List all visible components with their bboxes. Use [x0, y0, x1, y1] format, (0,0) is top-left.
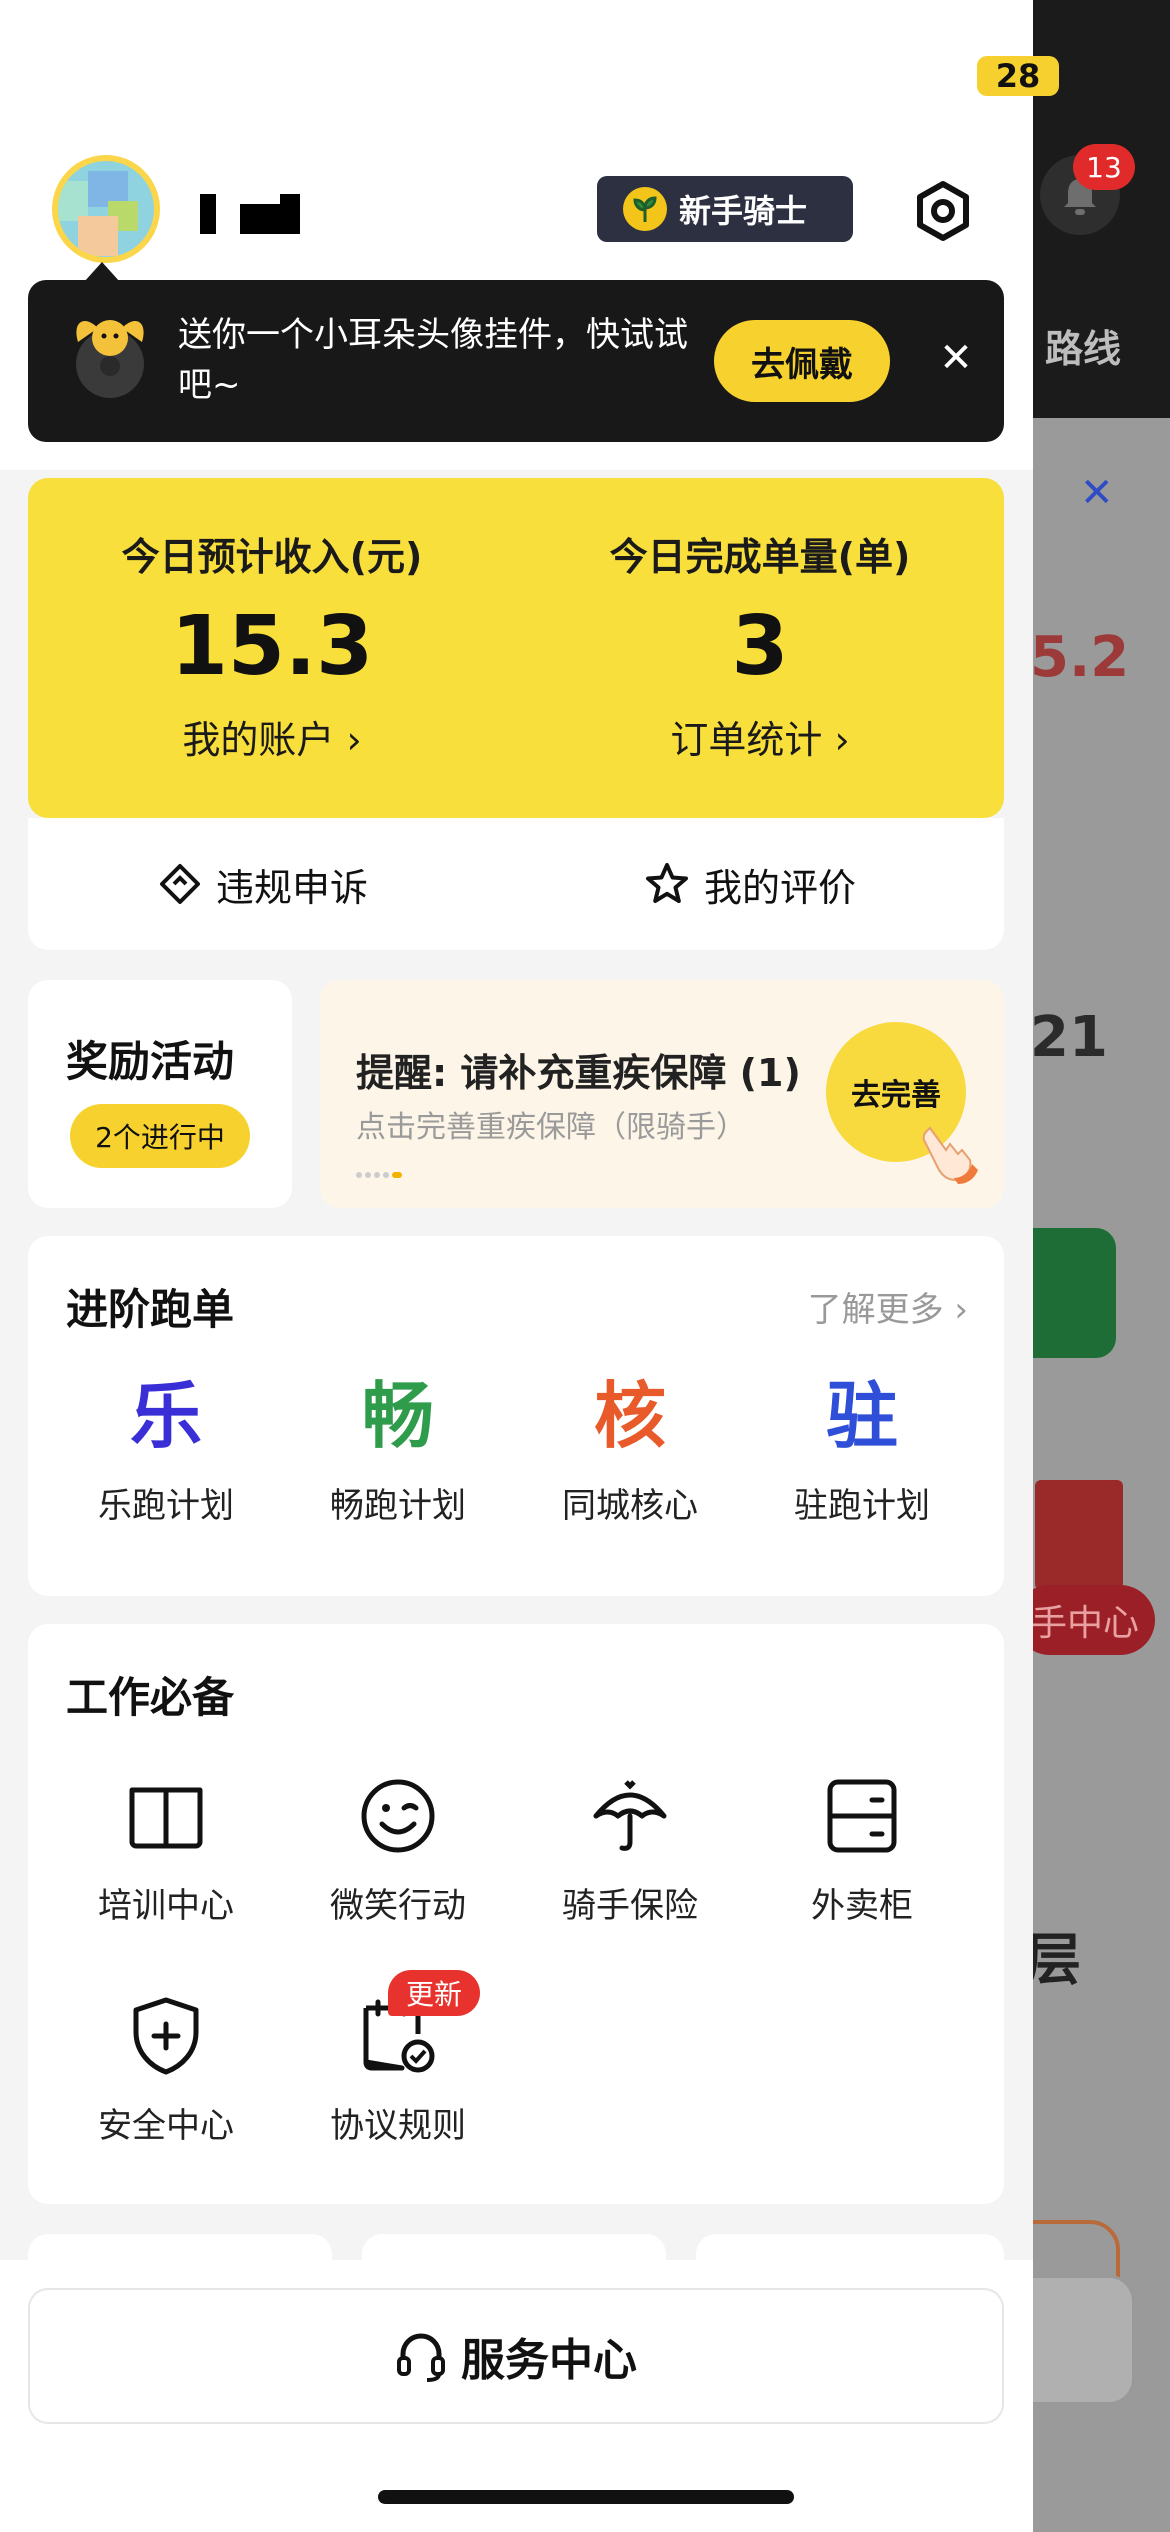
orders-value: 3 — [731, 599, 789, 694]
work-item-label: 外卖柜 — [811, 1886, 913, 1926]
locker-icon — [827, 1779, 897, 1853]
sprout-icon — [623, 187, 667, 231]
plan-label: 乐跑计划 — [98, 1486, 234, 1526]
tooltip-arrow — [84, 262, 120, 282]
avatar-pendant-tooltip: 送你一个小耳朵头像挂件，快试试吧~ 去佩戴 ✕ — [28, 280, 1004, 442]
income-sub-actions: 违规申诉 我的评价 — [28, 818, 1004, 950]
my-review-label: 我的评价 — [704, 865, 857, 910]
learn-more-link[interactable]: 了解更多 › — [808, 1282, 968, 1331]
advanced-run-card: 进阶跑单 了解更多 › 乐 乐跑计划 畅 畅跑计划 核 同城核心 驻 驻跑计划 — [28, 1236, 1004, 1596]
pointing-hand-icon — [922, 1126, 978, 1184]
plan-item[interactable]: 乐 乐跑计划 — [50, 1376, 282, 1527]
close-icon[interactable]: ✕ — [928, 330, 984, 386]
work-item-insurance[interactable]: 骑手保险 — [514, 1774, 746, 1927]
background-pill: 手中心 — [1015, 1585, 1155, 1655]
update-badge: 更新 — [388, 1970, 480, 2016]
work-item-training[interactable]: 培训中心 — [50, 1774, 282, 1927]
work-item-safety[interactable]: 安全中心 — [50, 1994, 282, 2147]
advanced-run-title: 进阶跑单 — [66, 1285, 235, 1334]
background-close-icon: ✕ — [1080, 470, 1114, 516]
my-review-button[interactable]: 我的评价 — [644, 818, 856, 950]
station-run-icon: 驻 — [825, 1374, 898, 1458]
plan-item[interactable]: 驻 驻跑计划 — [746, 1376, 978, 1527]
background-value: 5.2 — [1030, 625, 1130, 690]
city-core-icon: 核 — [593, 1374, 666, 1458]
appeal-icon — [160, 864, 200, 904]
work-item-label: 骑手保险 — [562, 1886, 698, 1926]
income-card: 今日预计收入(元) 15.3 我的账户 › 今日完成单量(单) 3 订单统计 › — [28, 478, 1004, 818]
rider-level-badge[interactable]: 新手骑士 — [597, 176, 853, 242]
chang-run-icon: 畅 — [361, 1374, 434, 1458]
book-icon — [129, 1787, 203, 1849]
avatar[interactable] — [52, 155, 160, 263]
work-item-agreement[interactable]: 协议规则 — [282, 1994, 514, 2147]
insurance-reminder-card[interactable]: 提醒: 请补充重疾保障 (1) 点击完善重疾保障（限骑手） 去完善 — [320, 980, 1004, 1208]
carousel-dots — [356, 1163, 405, 1182]
appeal-button[interactable]: 违规申诉 — [158, 818, 368, 950]
work-item-locker[interactable]: 外卖柜 — [746, 1774, 978, 1927]
today-income[interactable]: 今日预计收入(元) 15.3 我的账户 › — [28, 526, 516, 764]
reward-title: 奖励活动 — [66, 1037, 235, 1086]
today-orders[interactable]: 今日完成单量(单) 3 订单统计 › — [516, 526, 1004, 764]
plan-label: 同城核心 — [562, 1486, 698, 1526]
service-center-button[interactable]: 服务中心 — [28, 2288, 1004, 2424]
username-redacted — [180, 194, 320, 240]
appeal-label: 违规申诉 — [216, 865, 369, 910]
settings-icon[interactable] — [912, 180, 974, 242]
le-run-icon: 乐 — [129, 1374, 202, 1458]
plan-item[interactable]: 核 同城核心 — [514, 1376, 746, 1527]
umbrella-icon — [593, 1780, 667, 1851]
battery-indicator: 28 — [977, 56, 1059, 96]
smile-icon — [361, 1779, 435, 1853]
star-icon — [646, 863, 688, 903]
shield-icon — [133, 1997, 199, 2075]
income-value: 15.3 — [170, 599, 374, 694]
plan-item[interactable]: 畅 畅跑计划 — [282, 1376, 514, 1527]
headset-icon — [397, 2333, 445, 2382]
work-item-smile[interactable]: 微笑行动 — [282, 1774, 514, 1927]
home-indicator — [378, 2490, 794, 2504]
work-item-label: 协议规则 — [330, 2106, 466, 2146]
plan-label: 驻跑计划 — [794, 1486, 930, 1526]
rider-level-label: 新手骑士 — [679, 192, 808, 230]
plan-label: 畅跑计划 — [330, 1486, 466, 1526]
background-route-label: 路线 — [1045, 327, 1122, 371]
income-title: 今日预计收入(元) — [121, 535, 423, 579]
notification-badge: 13 — [1073, 144, 1135, 190]
work-item-label: 微笑行动 — [330, 1886, 466, 1926]
work-grid-row: 培训中心 微笑行动 骑手保险 外卖柜 — [50, 1774, 1026, 1927]
reward-status-pill: 2个进行中 — [70, 1104, 250, 1168]
gift-icon — [1035, 1480, 1123, 1590]
reward-activities-card[interactable]: 奖励活动 2个进行中 — [28, 980, 292, 1208]
work-item-label: 安全中心 — [98, 2106, 234, 2146]
work-essentials-card: 工作必备 培训中心 微笑行动 骑手保险 外卖柜 安全中心 协议规则 更新 — [28, 1624, 1004, 2204]
reminder-title: 提醒: 请补充重疾保障 (1) — [356, 1051, 801, 1095]
reminder-subtitle: 点击完善重疾保障（限骑手） — [356, 1110, 746, 1145]
work-grid-row: 安全中心 协议规则 — [50, 1994, 1026, 2147]
my-account-link[interactable]: 我的账户 › — [28, 709, 516, 764]
side-drawer: 新手骑士 送你一个小耳朵头像挂件，快试试吧~ 去佩戴 ✕ 今日预计收入(元) 1… — [0, 0, 1033, 2532]
background-value: 21 — [1030, 1005, 1108, 1070]
tooltip-message: 送你一个小耳朵头像挂件，快试试吧~ — [178, 315, 688, 405]
work-essentials-title: 工作必备 — [66, 1673, 235, 1722]
background-text: 层 — [1025, 1928, 1081, 1993]
work-item-label: 培训中心 — [98, 1886, 234, 1926]
order-stats-link[interactable]: 订单统计 › — [516, 709, 1004, 764]
service-center-label: 服务中心 — [461, 2335, 637, 2386]
bear-ears-icon — [76, 320, 144, 398]
orders-title: 今日完成单量(单) — [609, 535, 911, 579]
advanced-run-grid: 乐 乐跑计划 畅 畅跑计划 核 同城核心 驻 驻跑计划 — [50, 1376, 1026, 1527]
wear-pendant-button[interactable]: 去佩戴 — [714, 320, 890, 402]
